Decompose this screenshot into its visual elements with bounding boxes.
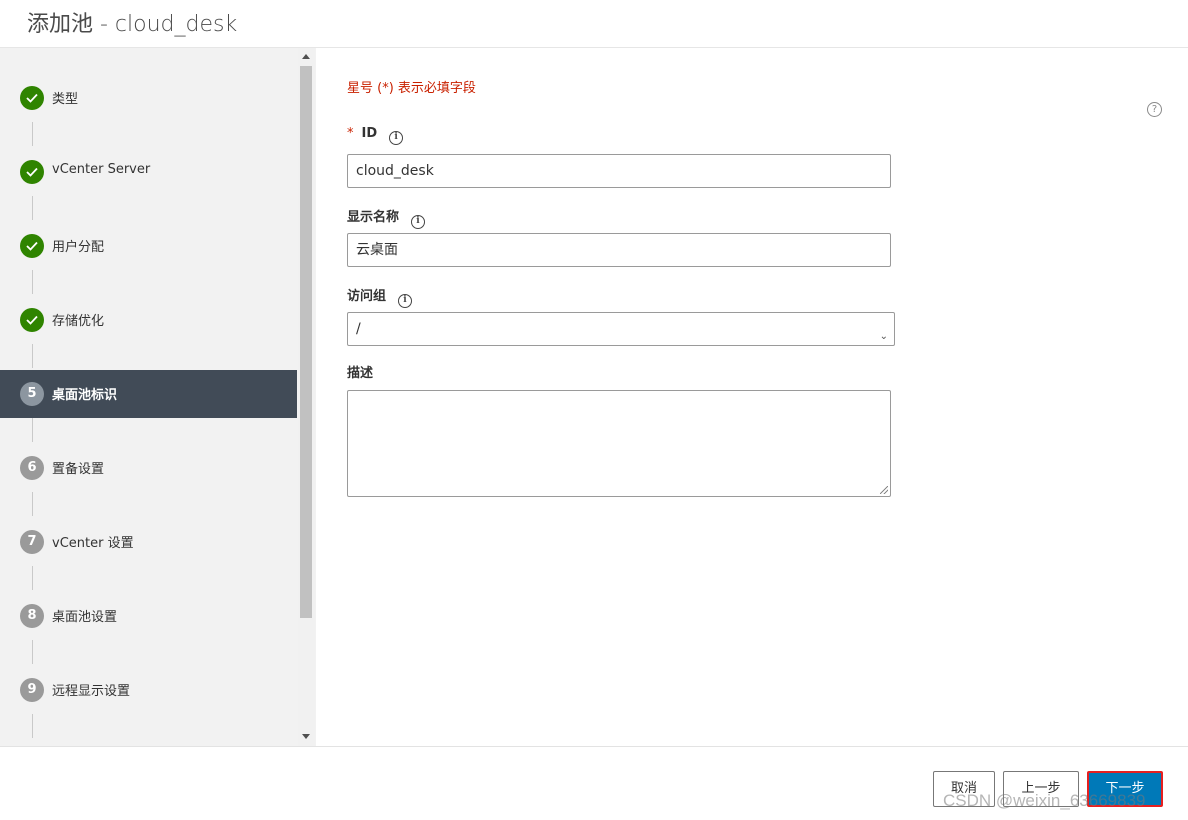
step-label: 桌面池设置 xyxy=(52,610,118,625)
scroll-down-arrow-icon[interactable] xyxy=(302,734,310,739)
step-label: 远程显示设置 xyxy=(52,684,131,699)
step-number-badge: 6 xyxy=(20,456,44,480)
step-connector xyxy=(32,270,33,294)
step-connector xyxy=(32,640,33,664)
step-connector xyxy=(32,566,33,590)
access-group-select[interactable]: / ⌄ xyxy=(347,312,895,346)
info-icon[interactable]: i xyxy=(389,131,404,145)
step-connector xyxy=(32,714,33,738)
step-connector xyxy=(32,122,33,146)
display-name-label-text: 显示名称 xyxy=(347,210,400,225)
dialog-header: 添加池 - cloud_desk xyxy=(0,0,1188,48)
display-name-input[interactable]: 云桌面 xyxy=(347,233,891,267)
scrollbar-thumb[interactable] xyxy=(300,66,312,618)
chevron-down-icon: ⌄ xyxy=(879,331,888,342)
step-provisioning-settings[interactable]: 6 置备设置 xyxy=(0,444,297,492)
resize-grip-icon[interactable] xyxy=(880,486,888,494)
step-label: 用户分配 xyxy=(52,240,105,255)
watermark-text: CSDN @weixin_63669839 xyxy=(943,791,1146,810)
display-name-label: 显示名称 i xyxy=(347,206,426,229)
step-label: 置备设置 xyxy=(52,462,105,477)
step-storage-optimization[interactable]: 存储优化 xyxy=(0,296,297,344)
description-label: 描述 xyxy=(347,366,374,381)
info-icon[interactable]: i xyxy=(411,215,426,229)
form-panel: 星号 (*) 表示必填字段 ? * ID i cloud_desk 显示名称 i 云桌… xyxy=(316,48,1188,746)
required-fields-note: 星号 (*) 表示必填字段 xyxy=(347,81,476,96)
check-icon xyxy=(20,86,44,110)
scroll-up-arrow-icon[interactable] xyxy=(302,54,310,59)
id-input[interactable]: cloud_desk xyxy=(347,154,891,188)
step-label: vCenter Server xyxy=(52,162,151,177)
info-icon[interactable]: i xyxy=(398,294,413,308)
step-pool-settings[interactable]: 8 桌面池设置 xyxy=(0,592,297,640)
step-label: 桌面池标识 xyxy=(52,388,118,403)
access-group-label-text: 访问组 xyxy=(347,289,387,304)
dialog-title: 添加池 - cloud_desk xyxy=(27,12,238,37)
check-icon xyxy=(20,234,44,258)
step-type[interactable]: 类型 xyxy=(0,74,297,122)
access-group-label: 访问组 i xyxy=(347,285,413,308)
step-number-badge: 7 xyxy=(20,530,44,554)
step-pool-identification[interactable]: 5 桌面池标识 xyxy=(0,370,297,418)
step-label: vCenter 设置 xyxy=(52,536,134,551)
step-connector xyxy=(32,492,33,516)
step-vcenter-settings[interactable]: 7 vCenter 设置 xyxy=(0,518,297,566)
step-number-badge: 5 xyxy=(20,382,44,406)
step-user-assignment[interactable]: 用户分配 xyxy=(0,222,297,270)
wizard-step-sidebar: 类型 vCenter Server 用户分配 存储优化 5 桌面池标识 6 置备… xyxy=(0,48,316,746)
step-connector xyxy=(32,196,33,220)
step-number-badge: 9 xyxy=(20,678,44,702)
step-connector xyxy=(32,344,33,368)
id-label: * ID i xyxy=(347,126,404,145)
required-star: * xyxy=(347,126,354,141)
description-textarea[interactable] xyxy=(347,390,891,497)
id-label-text: ID xyxy=(361,126,378,141)
step-remote-display-settings[interactable]: 9 远程显示设置 xyxy=(0,666,297,714)
step-label: 类型 xyxy=(52,92,79,107)
help-icon[interactable]: ? xyxy=(1147,102,1162,117)
check-icon xyxy=(20,160,44,184)
step-vcenter-server[interactable]: vCenter Server xyxy=(0,148,297,196)
step-label: 存储优化 xyxy=(52,314,105,329)
access-group-value: / xyxy=(356,321,361,337)
wizard-footer: 取消 上一步 下一步 CSDN @weixin_63669839 xyxy=(0,746,1188,820)
sidebar-scrollbar[interactable] xyxy=(298,48,315,746)
step-connector xyxy=(32,418,33,442)
check-icon xyxy=(20,308,44,332)
step-number-badge: 8 xyxy=(20,604,44,628)
